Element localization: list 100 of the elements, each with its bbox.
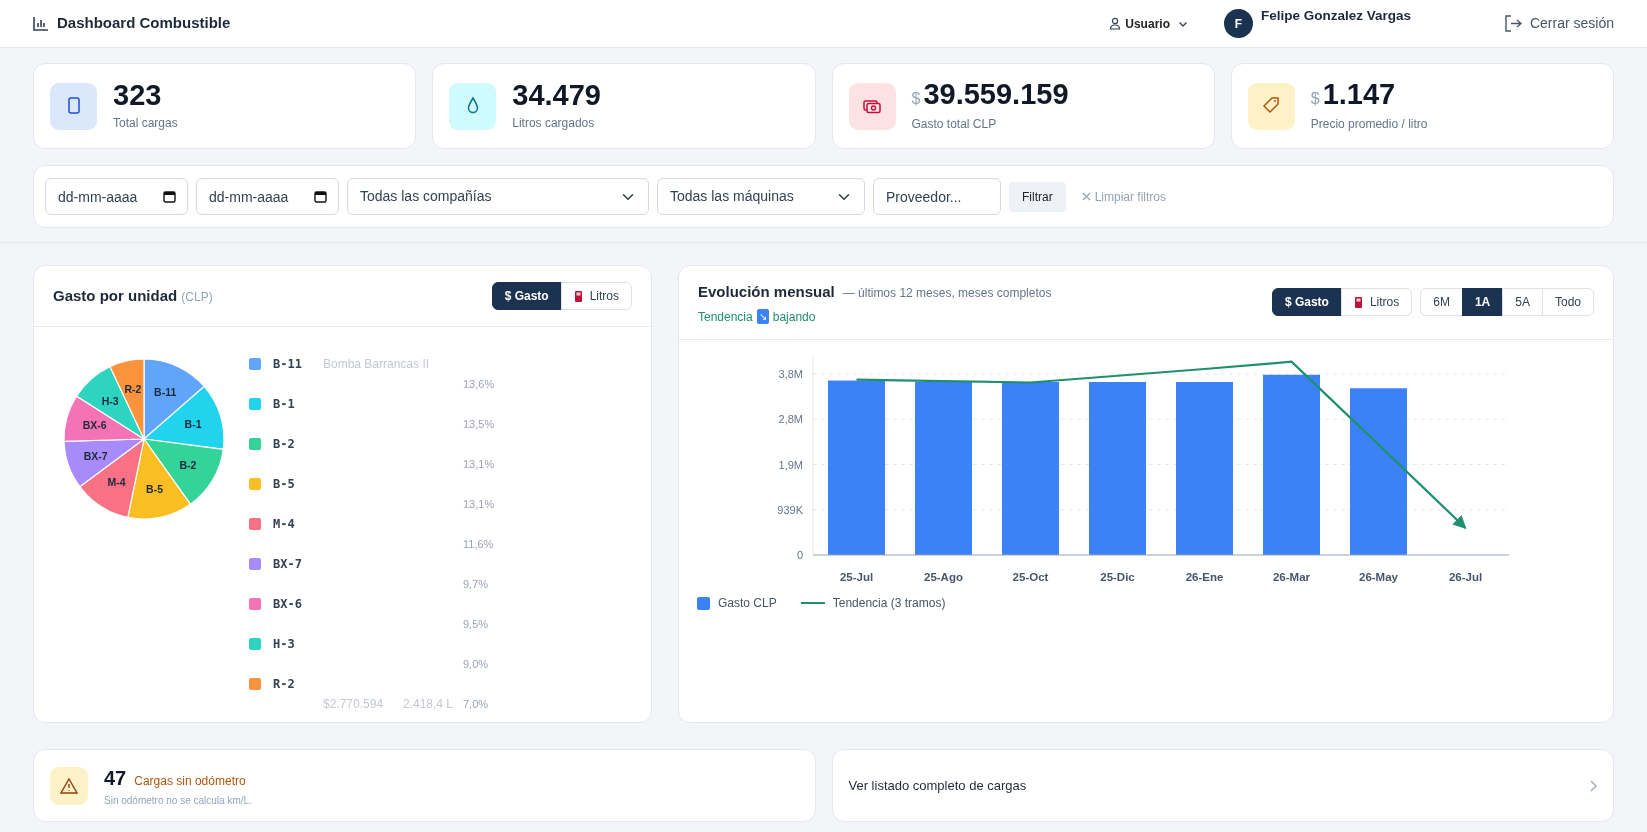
unit-percent: 13,1% [463, 456, 495, 472]
unit-percent: 9,7% [463, 576, 489, 592]
kpi-label: Litros cargados [512, 114, 596, 132]
y-tick-label: 3,8M [778, 368, 803, 380]
chevron-down-icon [1177, 19, 1188, 28]
unit-code: H-3 [273, 636, 295, 653]
legend-label: Tendencia (3 tramos) [832, 595, 946, 612]
clipboard-icon [50, 82, 97, 130]
fuel-pump-icon [1353, 296, 1364, 310]
x-tick-label: 25-Jul [839, 571, 874, 583]
unit-percent: 13,6% [463, 376, 495, 392]
slice-label: BX-6 [82, 419, 107, 432]
x-tick-label: 26-Jul [1448, 571, 1483, 583]
kpi-label: Total cargas [113, 114, 178, 132]
date-field[interactable]: dd-mm-aaaa [45, 178, 188, 215]
unit-code: B-2 [273, 436, 295, 453]
legend-label: Gasto CLP [718, 595, 777, 612]
date-field[interactable]: dd-mm-aaaa [196, 178, 339, 215]
logout-icon [1503, 15, 1522, 32]
provider-field[interactable]: Proveedor... [873, 178, 1001, 215]
toggle-button[interactable]: Litros [560, 282, 632, 310]
toggle-button[interactable]: $ Gasto [491, 282, 562, 310]
fuel-pump-icon [573, 290, 584, 304]
unit-percent: 11,6% [463, 536, 494, 552]
kpi-value: 323 [113, 80, 162, 110]
slice-label: R-2 [124, 383, 142, 396]
x-tick-label: 26-May [1359, 571, 1398, 583]
tag-icon [1247, 82, 1295, 130]
app-title: Dashboard Combustible [57, 13, 231, 34]
toggle-button[interactable]: 6M [1420, 288, 1463, 316]
avatar: F [1223, 9, 1253, 38]
toggle-button[interactable]: 1A [1461, 288, 1504, 316]
panel-title: Gasto por unidad (CLP) [53, 285, 213, 306]
kpi-label: Gasto total CLP [911, 115, 998, 133]
x-tick-label: 26-Mar [1272, 571, 1311, 583]
y-tick-label: 939K [777, 503, 803, 516]
unit-code: M-4 [273, 516, 295, 533]
missing-odometer-note: Sin odómetro no se calcula km/L. [104, 794, 252, 808]
unit-liters: 2.418,4 L [402, 696, 453, 713]
trend-label: Tendencia [698, 308, 753, 326]
user-name: Felipe Gonzalez Vargas [1260, 7, 1412, 26]
kpi-label: Precio promedio / litro [1310, 115, 1428, 133]
unit-percent: 13,5% [463, 416, 495, 432]
kpi-value: 34.479 [512, 80, 601, 110]
slice-label: B-1 [184, 418, 202, 431]
unit-percent: 13,1% [463, 496, 495, 512]
trend-status: bajando [772, 308, 816, 326]
x-tick-label: 25-Dic [1100, 571, 1135, 583]
panel-title: Evolución mensual [698, 282, 835, 302]
unit-code: B-1 [273, 396, 295, 413]
slice-label: B-5 [146, 483, 163, 496]
toggle-button[interactable]: $ Gasto [1271, 288, 1342, 316]
toggle-button[interactable]: 5A [1502, 288, 1543, 316]
y-tick-label: 2,8M [778, 413, 803, 426]
calendar-icon [314, 190, 327, 203]
unit-code: BX-7 [273, 556, 302, 573]
y-tick-label: 1,9M [778, 458, 803, 471]
toggle-button[interactable]: Litros [1340, 288, 1413, 316]
unit-percent: 9,5% [463, 616, 489, 632]
unit-code: BX-6 [273, 596, 302, 613]
x-tick-label: 26-Ene [1185, 571, 1224, 583]
banknotes-icon [848, 82, 896, 130]
user-menu-button[interactable]: Usuario [1101, 10, 1196, 37]
currency-symbol: $ [911, 88, 921, 109]
slice-label: M-4 [107, 476, 126, 489]
unit-percent: 9,0% [463, 656, 489, 672]
slice-label: B-11 [154, 386, 177, 399]
logout-link[interactable]: Cerrar sesión [1503, 13, 1614, 34]
company-select[interactable]: Todas las compañías [347, 178, 649, 215]
unit-percent: 7,0% [463, 696, 489, 712]
droplet-icon [449, 82, 497, 130]
full-list-link[interactable]: Ver listado completo de cargas [831, 749, 1614, 822]
y-tick-label: 0 [796, 549, 803, 561]
unit-code: R-2 [273, 676, 295, 693]
slice-label: H-3 [101, 394, 119, 407]
close-icon [1081, 192, 1091, 201]
x-tick-label: 25-Ago [924, 571, 963, 583]
slice-label: BX-7 [83, 449, 108, 462]
slice-label: B-2 [179, 459, 197, 472]
legend-line [800, 602, 825, 604]
unit-code: B-11 [273, 356, 302, 373]
kpi-value: 1.147 [1322, 79, 1396, 109]
user-icon [1109, 17, 1122, 30]
missing-odometer-count: 47 [104, 766, 127, 791]
calendar-icon [163, 190, 176, 203]
unit-amount: $2.770.594 [323, 696, 384, 713]
x-tick-label: 25-Oct [1012, 571, 1049, 583]
panel-subtitle: — últimos 12 meses, meses completos [842, 285, 1052, 302]
kpi-value: 39.559.159 [923, 79, 1069, 109]
bar-chart-icon [33, 16, 49, 31]
warning-icon [50, 766, 88, 805]
unit-code: B-5 [273, 476, 295, 493]
unit-name: Bomba Barrancas II [323, 357, 430, 371]
machine-select[interactable]: Todas las máquinas [657, 178, 865, 215]
toggle-button[interactable]: Todo [1541, 288, 1594, 316]
currency-symbol: $ [1310, 88, 1320, 109]
legend-swatch [697, 596, 710, 610]
missing-odometer-label: Cargas sin odómetro [134, 773, 246, 790]
chevron-right-icon [1589, 779, 1597, 792]
filter-button[interactable]: Filtrar [1009, 181, 1066, 212]
